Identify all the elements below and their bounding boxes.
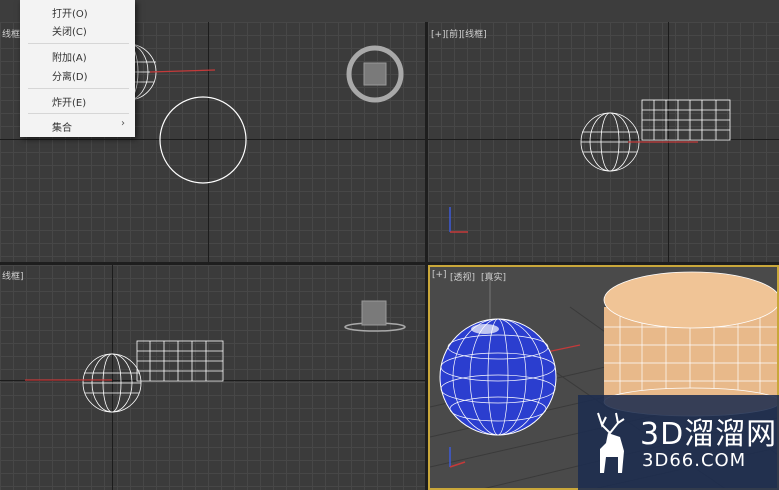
deer-logo-icon bbox=[597, 412, 625, 473]
viewport-label-shading[interactable]: [真实] bbox=[481, 270, 506, 283]
menu-item-close[interactable]: 关闭(C) bbox=[52, 23, 87, 38]
submenu-arrow-icon: › bbox=[121, 118, 125, 129]
menu-item-open[interactable]: 打开(O) bbox=[52, 5, 88, 20]
menu-item-attach[interactable]: 附加(A) bbox=[52, 49, 87, 64]
sphere-shaded bbox=[439, 318, 557, 436]
menu-separator bbox=[28, 113, 129, 114]
viewport-label-view[interactable]: [透视] bbox=[450, 270, 475, 283]
watermark-url: 3D66.COM bbox=[642, 450, 747, 471]
menu-item-explode[interactable]: 炸开(E) bbox=[52, 94, 86, 109]
box-wireframe bbox=[136, 340, 224, 382]
group-menu-dropdown: 打开(O) 关闭(C) 附加(A) 分离(D) 炸开(E) 集合 › bbox=[20, 0, 135, 137]
viewport-left[interactable]: 线框] bbox=[0, 265, 425, 490]
box-wireframe bbox=[641, 99, 731, 141]
cylinder-top-wireframe bbox=[159, 96, 247, 184]
menu-item-assembly[interactable]: 集合 bbox=[52, 119, 72, 134]
menu-separator bbox=[28, 88, 129, 89]
menu-item-detach[interactable]: 分离(D) bbox=[52, 68, 88, 83]
viewport-label-plus[interactable]: [+] bbox=[432, 270, 447, 280]
menu-separator bbox=[28, 43, 129, 44]
sphere-wireframe bbox=[82, 353, 142, 413]
watermark-title: 3D溜溜网 bbox=[640, 417, 778, 452]
viewport-label[interactable]: [+][前][线框] bbox=[431, 27, 487, 40]
viewport-front[interactable]: [+][前][线框] bbox=[428, 22, 779, 262]
viewport-label[interactable]: 线框] bbox=[2, 269, 24, 282]
watermark: 3D溜溜网 3D66.COM bbox=[578, 395, 779, 490]
